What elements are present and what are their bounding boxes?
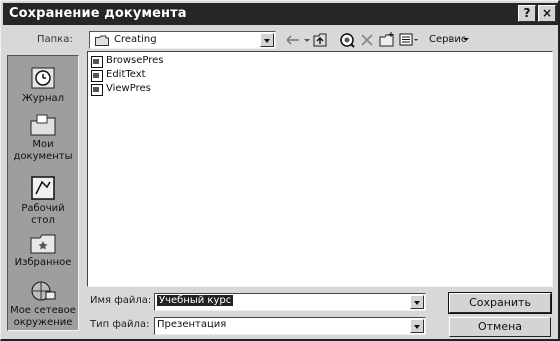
places-item-network[interactable]: Мое сетевое окружение bbox=[8, 280, 78, 329]
file-type-value: Презентация bbox=[157, 319, 227, 330]
history-journal-icon bbox=[31, 67, 55, 89]
tools-menu[interactable]: Сервис bbox=[429, 34, 466, 45]
close-button[interactable]: × bbox=[538, 5, 556, 22]
places-item-label: Журнал bbox=[21, 93, 65, 104]
places-item-label: Рабочий стол bbox=[21, 203, 65, 226]
places-item-label: Мое сетевое окружение bbox=[10, 305, 76, 328]
favorites-folder-icon bbox=[30, 234, 56, 254]
file-name-label: Имя файла: bbox=[90, 295, 152, 306]
file-type-select[interactable]: Презентация bbox=[154, 317, 426, 335]
look-in-label: Папка: bbox=[37, 34, 73, 45]
folder-icon bbox=[95, 35, 109, 46]
help-button[interactable]: ? bbox=[518, 5, 536, 22]
back-dropdown-icon[interactable] bbox=[304, 31, 310, 49]
presentation-file-icon bbox=[91, 84, 103, 96]
current-folder-name: Creating bbox=[114, 34, 157, 45]
places-item-label: Мои документы bbox=[13, 139, 73, 162]
look-in-dropdown[interactable]: Creating bbox=[89, 31, 276, 49]
file-name: EditText bbox=[106, 69, 146, 80]
save-document-dialog: Сохранение документа ? × Папка: Creating bbox=[0, 0, 560, 341]
web-search-icon[interactable] bbox=[338, 31, 356, 49]
file-name: BrowsePres bbox=[106, 55, 164, 66]
places-item-journal[interactable]: Журнал bbox=[8, 64, 78, 105]
file-list[interactable]: BrowsePres EditText ViewPres bbox=[87, 51, 553, 287]
chevron-down-icon[interactable] bbox=[410, 319, 424, 333]
file-name-value: Учебный курс bbox=[157, 295, 234, 306]
cancel-button[interactable]: Отмена bbox=[449, 317, 551, 337]
presentation-file-icon bbox=[91, 56, 103, 68]
dialog-title: Сохранение документа bbox=[9, 6, 187, 21]
save-button[interactable]: Сохранить bbox=[448, 292, 552, 314]
places-item-label: Избранное bbox=[14, 257, 72, 268]
desktop-icon bbox=[31, 176, 55, 200]
chevron-down-icon[interactable] bbox=[260, 33, 274, 47]
views-icon[interactable] bbox=[398, 31, 418, 49]
new-folder-icon[interactable] bbox=[378, 31, 396, 49]
my-documents-folder-icon bbox=[30, 114, 56, 136]
file-type-label: Тип файла: bbox=[90, 319, 150, 330]
places-bar: Журнал Мои документы Рабочий стол Избран… bbox=[7, 55, 79, 331]
presentation-file-icon bbox=[91, 70, 103, 82]
up-one-level-icon[interactable] bbox=[312, 31, 330, 49]
places-item-favorites[interactable]: Избранное bbox=[8, 232, 78, 269]
places-item-desktop[interactable]: Рабочий стол bbox=[8, 174, 78, 227]
places-item-my-documents[interactable]: Мои документы bbox=[8, 112, 78, 163]
file-name: ViewPres bbox=[106, 83, 151, 94]
delete-icon[interactable] bbox=[358, 31, 376, 49]
back-arrow-icon[interactable] bbox=[284, 31, 302, 49]
network-places-icon bbox=[31, 281, 56, 301]
title-bar[interactable]: Сохранение документа ? × bbox=[3, 3, 558, 25]
tools-menu-chevron-icon[interactable] bbox=[463, 38, 469, 41]
chevron-down-icon[interactable] bbox=[410, 295, 424, 309]
file-name-input[interactable]: Учебный курс bbox=[154, 293, 426, 311]
